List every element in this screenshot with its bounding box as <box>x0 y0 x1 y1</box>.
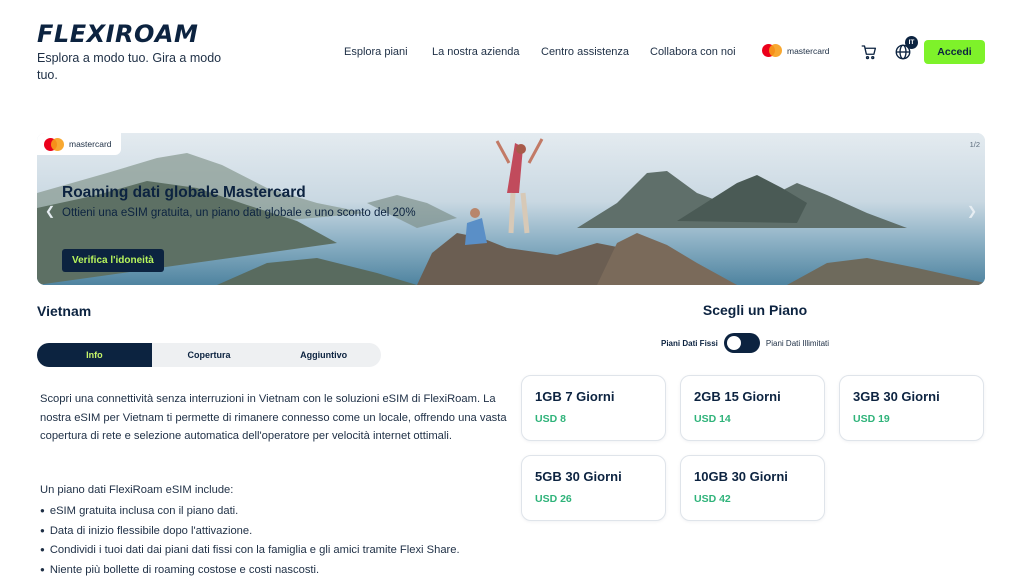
nav-partner-with-us[interactable]: Collabora con noi <box>650 46 736 58</box>
tab-info[interactable]: Info <box>37 343 152 367</box>
banner-subtitle: Ottieni una eSIM gratuita, un piano dati… <box>62 207 416 219</box>
plan-name: 10GB 30 Giorni <box>694 469 788 484</box>
plans-heading: Scegli un Piano <box>702 302 808 318</box>
mastercard-logo <box>762 44 782 57</box>
country-title: Vietnam <box>37 303 92 319</box>
plan-type-toggle-row: Piani Dati Fissi Piani Dati Illimitati <box>661 333 829 353</box>
tab-additional[interactable]: Aggiuntivo <box>266 343 381 367</box>
chevron-right-icon[interactable]: ❯ <box>967 204 977 218</box>
tagline: Esplora a modo tuo. Gira a modo tuo. <box>37 51 222 82</box>
plan-name: 1GB 7 Giorni <box>535 389 615 404</box>
plan-name: 3GB 30 Giorni <box>853 389 940 404</box>
plan-name: 2GB 15 Giorni <box>694 389 781 404</box>
plan-name: 5GB 30 Giorni <box>535 469 622 484</box>
unlimited-plans-label: Piani Dati Illimitati <box>765 338 830 348</box>
login-button[interactable]: Accedi <box>924 40 985 64</box>
destination-description: Scopri una connettività senza interruzio… <box>40 393 507 442</box>
plan-card[interactable]: 10GB 30 Giorni USD 42 <box>680 455 825 521</box>
plan-card[interactable]: 3GB 30 Giorni USD 19 <box>839 375 984 441</box>
plan-card[interactable]: 5GB 30 Giorni USD 26 <box>521 455 666 521</box>
includes-list: eSIM gratuita inclusa con il piano dati.… <box>40 502 460 580</box>
plan-price: USD 8 <box>535 413 566 425</box>
mastercard-badge-label: mastercard <box>69 139 112 149</box>
nav-explore-plans[interactable]: Esplora piani <box>344 46 408 58</box>
banner-title: Roaming dati globale Mastercard <box>62 184 306 201</box>
flexiroam-logo[interactable]: FLEXIROAM <box>37 20 198 48</box>
plan-price: USD 26 <box>535 493 572 505</box>
chevron-left-icon[interactable]: ❮ <box>45 204 55 218</box>
list-item: Data di inizio flessibile dopo l'attivaz… <box>40 522 460 542</box>
plan-card[interactable]: 2GB 15 Giorni USD 14 <box>680 375 825 441</box>
promo-banner[interactable]: mastercard 1/2 ❮ ❯ Roaming dati globale … <box>37 133 985 285</box>
mastercard-logo <box>44 137 64 151</box>
list-item: eSIM gratuita inclusa con il piano dati. <box>40 502 460 522</box>
fixed-plans-label: Piani Dati Fissi <box>661 338 718 348</box>
info-tabs: Info Copertura Aggiuntivo <box>37 343 381 367</box>
mastercard-nav-link[interactable]: mastercard <box>762 44 830 57</box>
check-eligibility-button[interactable]: Verifica l'idoneità <box>62 249 164 272</box>
plan-price: USD 42 <box>694 493 731 505</box>
list-item: Niente più bollette di roaming costose e… <box>40 561 460 581</box>
tab-coverage[interactable]: Copertura <box>152 343 267 367</box>
plan-type-toggle[interactable] <box>723 333 760 353</box>
nav-our-company[interactable]: La nostra azienda <box>432 46 519 58</box>
mastercard-badge: mastercard <box>37 133 121 155</box>
includes-title: Un piano dati FlexiRoam eSIM include: <box>40 484 234 496</box>
plan-price: USD 19 <box>853 413 890 425</box>
cart-icon[interactable] <box>860 43 878 61</box>
slide-counter: 1/2 <box>969 140 980 149</box>
plan-price: USD 14 <box>694 413 731 425</box>
mastercard-label: mastercard <box>787 45 830 56</box>
plan-card[interactable]: 1GB 7 Giorni USD 8 <box>521 375 666 441</box>
language-badge[interactable]: IT <box>905 36 918 49</box>
nav-help-center[interactable]: Centro assistenza <box>541 46 629 58</box>
list-item: Condividi i tuoi dati dai piani dati fis… <box>40 541 460 561</box>
